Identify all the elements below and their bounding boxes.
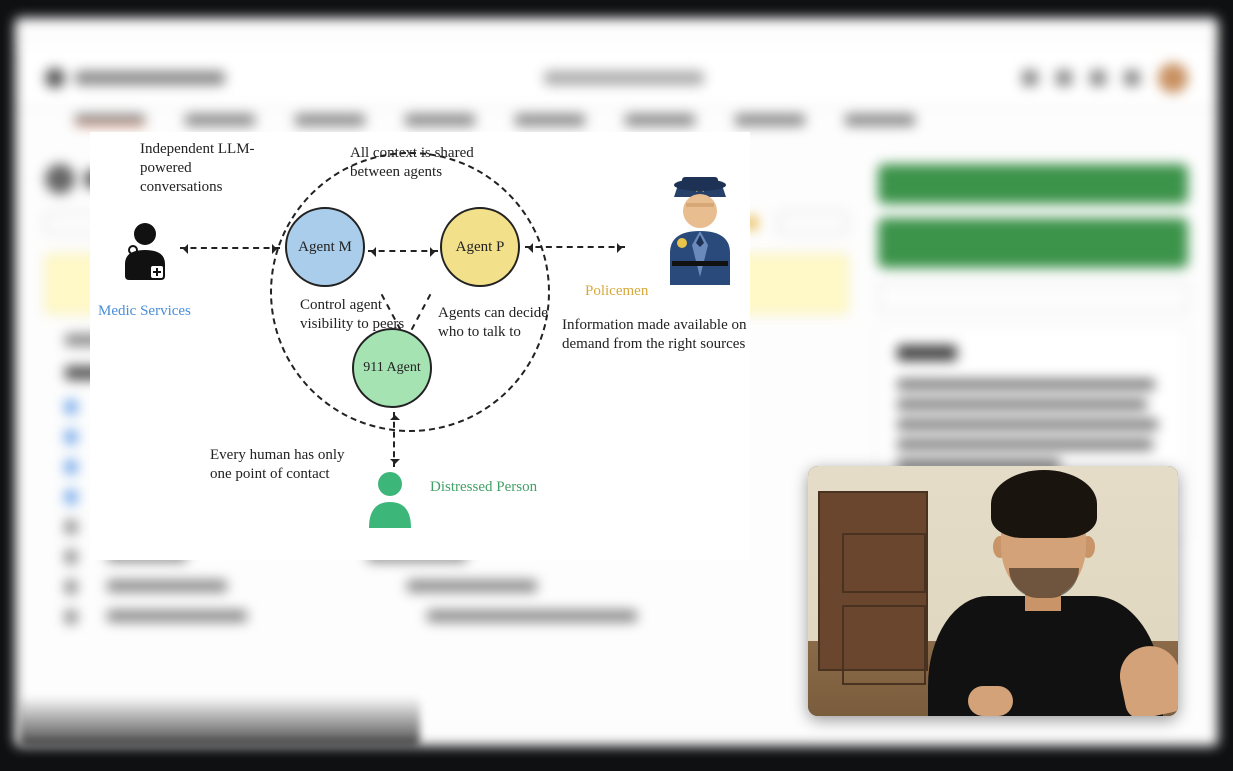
agent-m-node: Agent M — [285, 207, 365, 287]
annotation-independent: Independent LLM-powered conversations — [140, 140, 270, 196]
repo-icon — [45, 164, 75, 194]
agent-m-label: Agent M — [298, 239, 352, 256]
arrow-medic — [180, 247, 280, 249]
notifications-icon[interactable] — [1124, 70, 1140, 86]
tab-code[interactable] — [75, 114, 145, 126]
issues-icon[interactable] — [1056, 70, 1072, 86]
tab-insights[interactable] — [735, 114, 805, 126]
list-item[interactable] — [45, 602, 848, 632]
tab-security[interactable] — [625, 114, 695, 126]
agent-911-label: 911 Agent — [363, 360, 420, 376]
presenter-webcam — [808, 466, 1178, 716]
tab-pulls[interactable] — [295, 114, 365, 126]
pulls-icon[interactable] — [1090, 70, 1106, 86]
agent-architecture-diagram: Agent M Agent P 911 Agent Medic Services — [90, 132, 750, 560]
tab-actions[interactable] — [405, 114, 475, 126]
search-input[interactable] — [544, 71, 704, 85]
plus-icon[interactable] — [1022, 70, 1038, 86]
annotation-ondemand: Information made available on demand fro… — [562, 316, 747, 354]
tab-issues[interactable] — [185, 114, 255, 126]
person-icon — [365, 470, 415, 535]
tab-settings[interactable] — [845, 114, 915, 126]
medic-icon — [115, 220, 175, 291]
agent-p-node: Agent P — [440, 207, 520, 287]
avatar[interactable] — [1158, 63, 1188, 93]
distressed-label: Distressed Person — [430, 478, 540, 497]
annotation-shared: All context is shared between agents — [350, 144, 500, 182]
police-label: Policemen — [585, 282, 648, 301]
download-button[interactable] — [878, 282, 1188, 312]
list-item[interactable] — [45, 572, 848, 602]
agent-p-label: Agent P — [456, 239, 505, 256]
star-button[interactable] — [778, 212, 848, 234]
arrow-police — [525, 246, 625, 248]
clone-button[interactable] — [878, 218, 1188, 268]
repo-breadcrumb — [75, 71, 225, 85]
video-progress-shadow — [20, 696, 420, 746]
police-icon — [640, 167, 760, 292]
medic-label: Medic Services — [98, 302, 191, 321]
presenter-figure — [913, 476, 1173, 716]
tab-projects[interactable] — [515, 114, 585, 126]
arrow-m-to-p — [368, 250, 438, 252]
code-button[interactable] — [878, 164, 1188, 204]
arrow-distressed — [393, 412, 395, 467]
annotation-visibility: Control agent visibility to peers — [300, 296, 420, 334]
annotation-decide: Agents can decide who to talk to — [438, 304, 558, 342]
annotation-onepoint: Every human has only one point of contac… — [210, 446, 360, 484]
agent-911-node: 911 Agent — [352, 328, 432, 408]
app-logo — [45, 68, 65, 88]
about-heading — [897, 345, 957, 361]
